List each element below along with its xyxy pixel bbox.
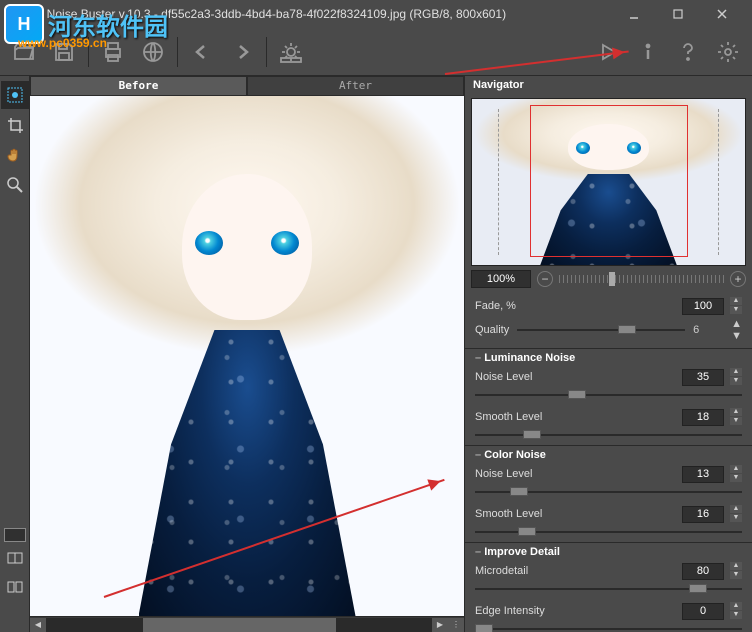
share-button[interactable] bbox=[135, 34, 171, 70]
col-smooth-value[interactable]: 16 bbox=[682, 506, 724, 523]
print-button[interactable] bbox=[95, 34, 131, 70]
zoom-slider[interactable] bbox=[559, 275, 724, 283]
zoom-out-button[interactable]: − bbox=[537, 271, 553, 287]
open-button[interactable] bbox=[6, 34, 42, 70]
window-title: AKVIS Noise Buster v.10.3 - df55c2a3-3dd… bbox=[8, 7, 612, 21]
horizontal-scrollbar[interactable]: ◀ ▶ ⋮ bbox=[30, 616, 464, 632]
lum-smooth-label: Smooth Level bbox=[475, 411, 676, 423]
side-toolbar bbox=[0, 76, 30, 632]
color-group: Color Noise bbox=[465, 445, 752, 462]
fade-value[interactable]: 100 bbox=[682, 298, 724, 315]
micro-label: Microdetail bbox=[475, 565, 676, 577]
zoom-in-button[interactable]: + bbox=[730, 271, 746, 287]
titlebar: AKVIS Noise Buster v.10.3 - df55c2a3-3dd… bbox=[0, 0, 752, 28]
zoom-value[interactable]: 100% bbox=[471, 270, 531, 288]
image-canvas[interactable] bbox=[30, 96, 464, 616]
edge-value[interactable]: 0 bbox=[682, 603, 724, 620]
micro-value[interactable]: 80 bbox=[682, 563, 724, 580]
tab-after[interactable]: After bbox=[247, 76, 464, 96]
close-button[interactable] bbox=[700, 0, 744, 28]
zoom-bar: 100% − + bbox=[465, 268, 752, 290]
luminance-group: Luminance Noise bbox=[465, 348, 752, 365]
batch-button[interactable] bbox=[273, 34, 309, 70]
quality-label: Quality bbox=[475, 324, 509, 336]
undo-button[interactable] bbox=[184, 34, 220, 70]
tab-before[interactable]: Before bbox=[30, 76, 247, 96]
lum-smooth-slider[interactable] bbox=[475, 429, 742, 441]
run-button[interactable] bbox=[590, 34, 626, 70]
color-swatch[interactable] bbox=[4, 528, 26, 542]
col-noise-label: Noise Level bbox=[475, 468, 676, 480]
detail-group: Improve Detail bbox=[465, 542, 752, 559]
lum-noise-label: Noise Level bbox=[475, 371, 676, 383]
main-toolbar bbox=[0, 28, 752, 76]
save-button[interactable] bbox=[46, 34, 82, 70]
compare-split-icon[interactable] bbox=[1, 544, 29, 572]
minimize-button[interactable] bbox=[612, 0, 656, 28]
edge-slider[interactable] bbox=[475, 623, 742, 632]
navigator-view[interactable] bbox=[471, 98, 746, 266]
quality-slider[interactable] bbox=[517, 325, 685, 335]
settings-button[interactable] bbox=[710, 34, 746, 70]
lum-smooth-value[interactable]: 18 bbox=[682, 409, 724, 426]
parameters-panel: Fade, % 100 ▲▼ Quality 6 ▲▼ Luminance No… bbox=[465, 290, 752, 632]
info-button[interactable] bbox=[630, 34, 666, 70]
zoom-tool[interactable] bbox=[1, 171, 29, 199]
right-panel: Navigator 100% − + Fade, % 100 ▲▼ bbox=[464, 76, 752, 632]
fade-label: Fade, % bbox=[475, 300, 676, 312]
col-noise-value[interactable]: 13 bbox=[682, 466, 724, 483]
maximize-button[interactable] bbox=[656, 0, 700, 28]
quality-value[interactable]: 6 bbox=[693, 324, 723, 336]
fade-spinner[interactable]: ▲▼ bbox=[730, 297, 742, 315]
redo-button[interactable] bbox=[224, 34, 260, 70]
edge-label: Edge Intensity bbox=[475, 605, 676, 617]
navigator-title: Navigator bbox=[465, 76, 752, 96]
compare-side-icon[interactable] bbox=[1, 573, 29, 601]
lum-noise-value[interactable]: 35 bbox=[682, 369, 724, 386]
col-smooth-label: Smooth Level bbox=[475, 508, 676, 520]
hand-tool[interactable] bbox=[1, 141, 29, 169]
lum-noise-slider[interactable] bbox=[475, 389, 742, 401]
quality-spinner[interactable]: ▲▼ bbox=[731, 318, 742, 342]
view-tabs: Before After bbox=[30, 76, 464, 96]
col-noise-slider[interactable] bbox=[475, 486, 742, 498]
crop-tool[interactable] bbox=[1, 111, 29, 139]
col-smooth-slider[interactable] bbox=[475, 526, 742, 538]
help-button[interactable] bbox=[670, 34, 706, 70]
preview-tool[interactable] bbox=[1, 81, 29, 109]
micro-slider[interactable] bbox=[475, 583, 742, 595]
